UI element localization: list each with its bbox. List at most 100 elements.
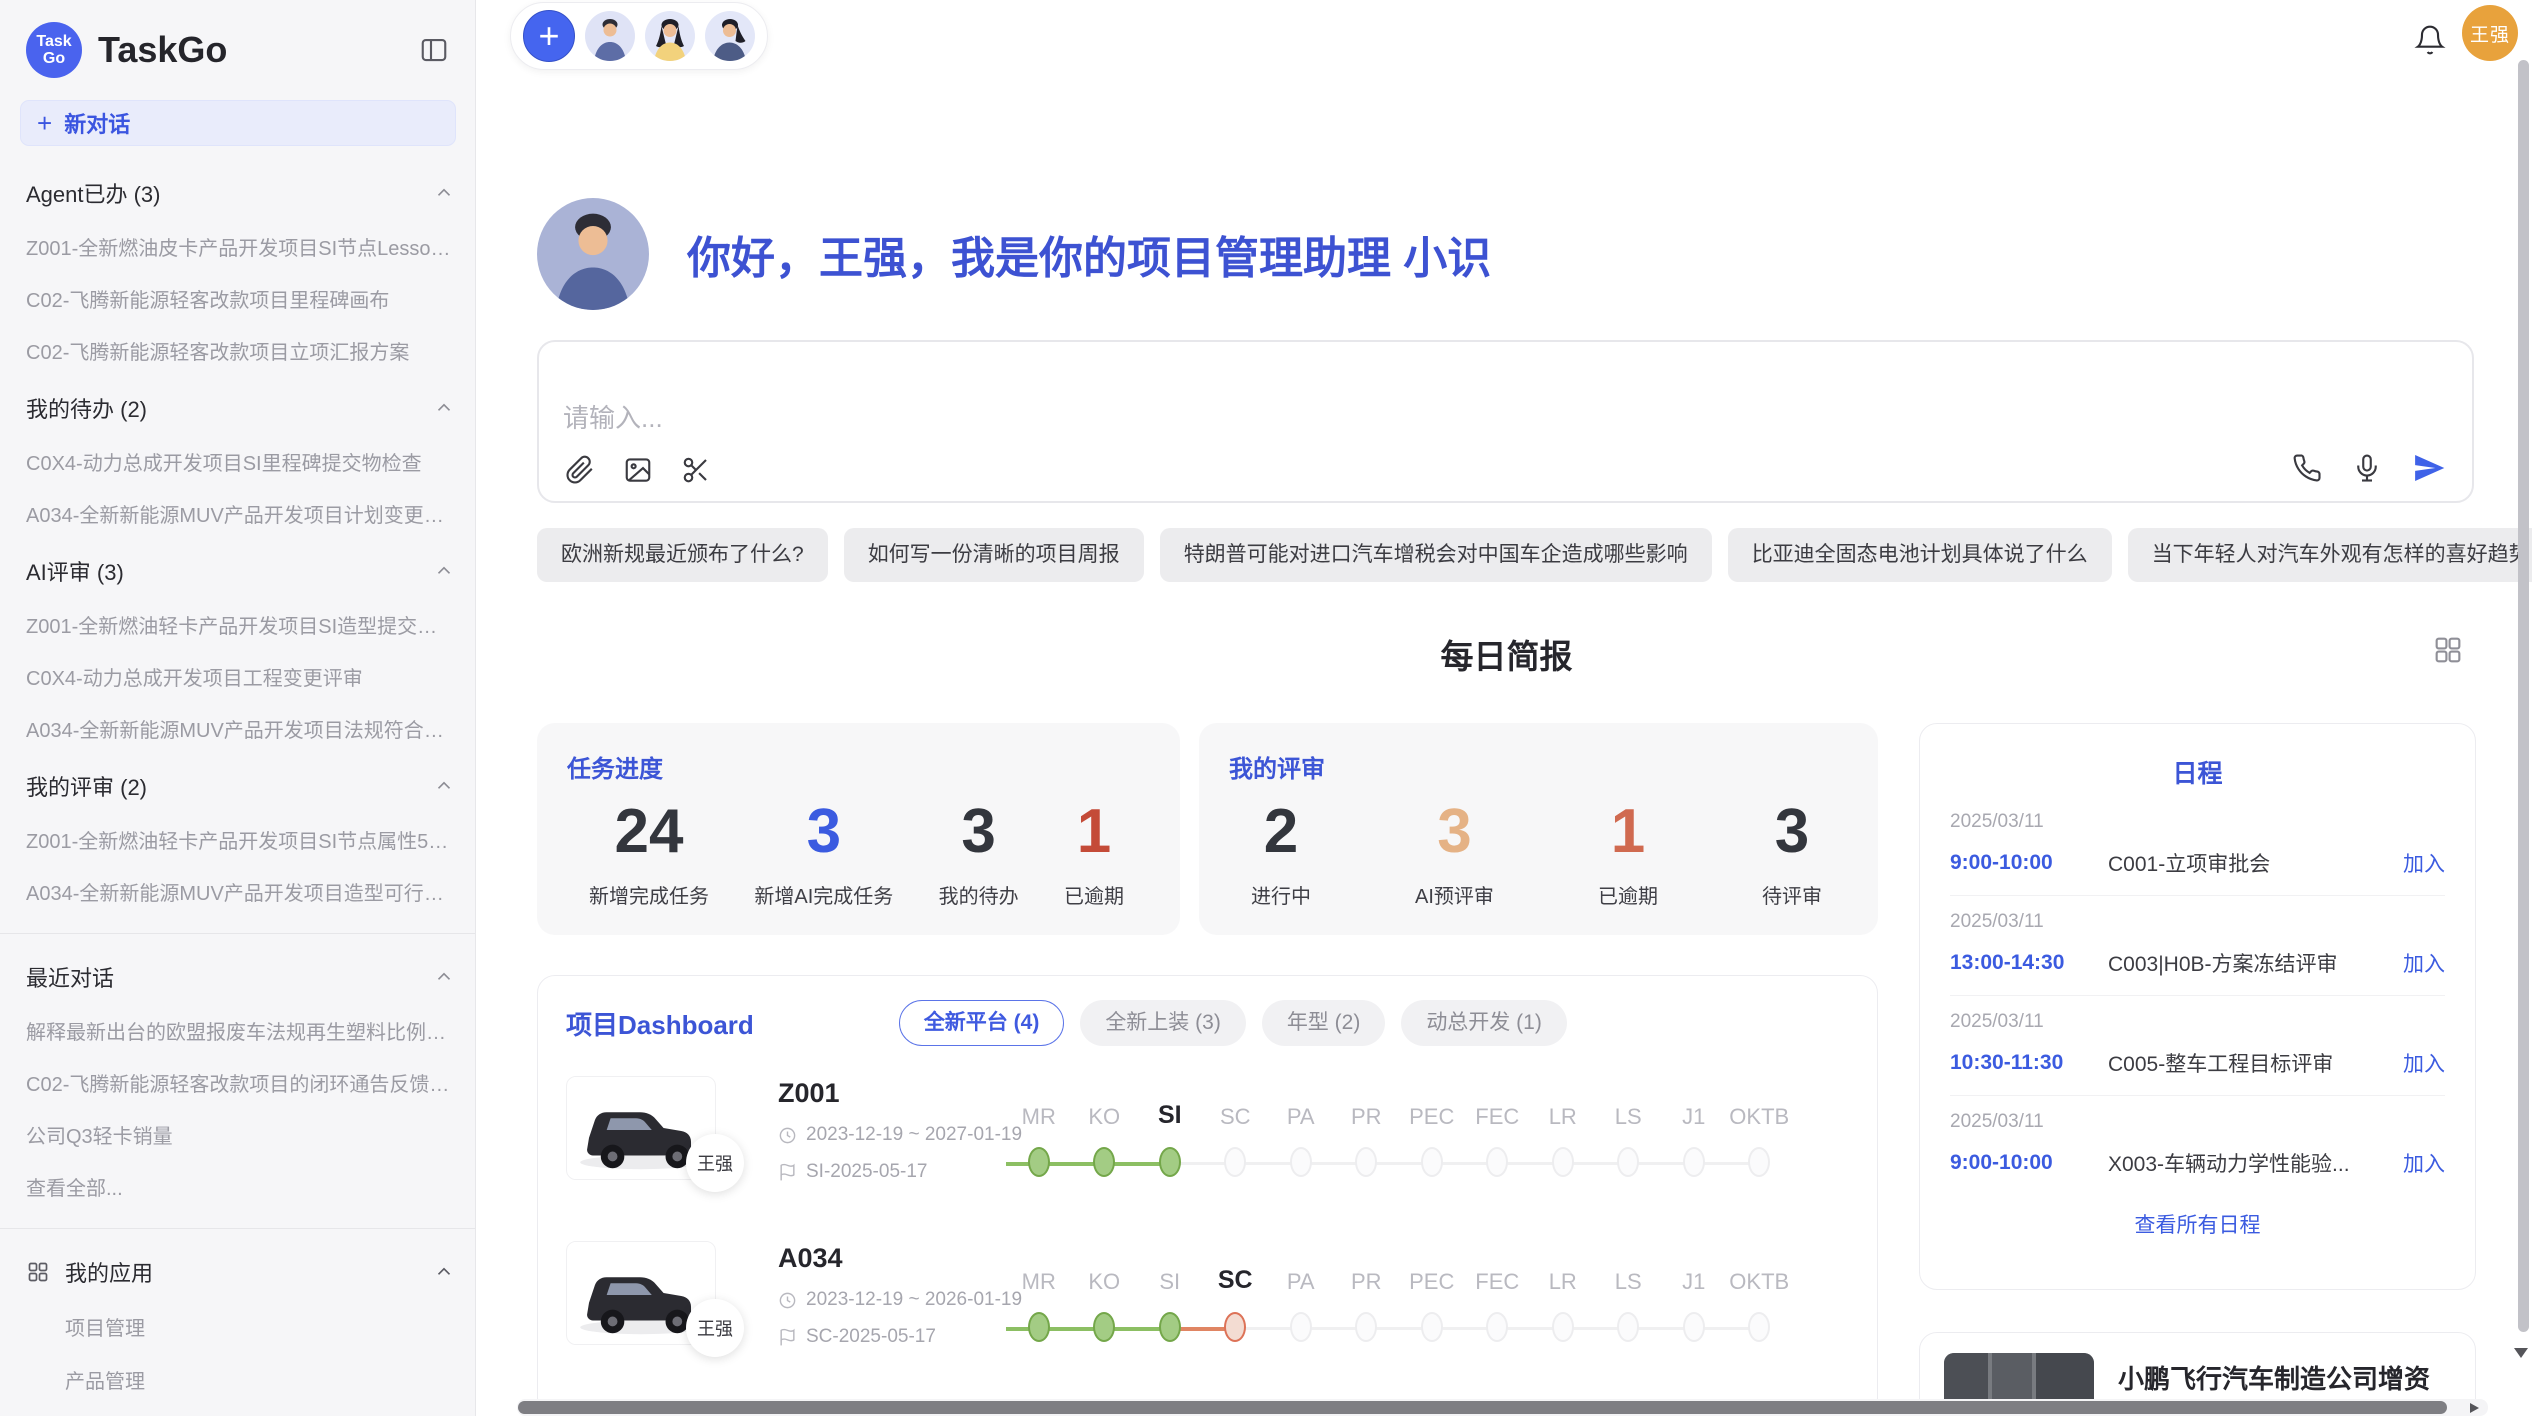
stat-pending-review: 3 待评审 — [1762, 794, 1822, 909]
stat-new-done: 24 新增完成任务 — [589, 794, 709, 909]
stat-overdue: 1 已逾期 — [1064, 794, 1124, 909]
new-chat-button[interactable]: + 新对话 — [20, 100, 456, 146]
schedule-title: 日程 — [1950, 754, 2445, 790]
milestone: SI — [1137, 1257, 1203, 1342]
vertical-scrollbar-thumb[interactable] — [2518, 60, 2529, 1332]
chat-input[interactable] — [563, 360, 2163, 440]
milestone-node — [1552, 1312, 1574, 1342]
project-owner-badge[interactable]: 王强 — [686, 1134, 744, 1192]
sidebar-lists: Agent已办 (3) Z001-全新燃油皮卡产品开发项目SI节点Lesson … — [0, 146, 475, 1416]
flag-icon — [778, 1163, 797, 1182]
milestone: MR — [1006, 1092, 1072, 1177]
chat-input-box[interactable] — [537, 340, 2474, 503]
milestone-node — [1093, 1312, 1115, 1342]
microphone-icon[interactable] — [2352, 453, 2382, 483]
milestone-node — [1028, 1312, 1050, 1342]
tab-model-year[interactable]: 年型 (2) — [1262, 1000, 1386, 1046]
dashboard-tabs: 全新平台 (4) 全新上装 (3) 年型 (2) 动总开发 (1) — [899, 1000, 1567, 1046]
horizontal-scrollbar[interactable] — [517, 1399, 2488, 1416]
suggestion-chip[interactable]: 比亚迪全固态电池计划具体说了什么 — [1728, 528, 2112, 582]
milestone: PR — [1334, 1257, 1400, 1342]
list-item[interactable]: C0X4-动力总成开发项目工程变更评审 — [26, 662, 455, 691]
suggestion-chip[interactable]: 如何写一份清晰的项目周报 — [844, 528, 1144, 582]
grid-icon — [26, 1260, 50, 1284]
phone-icon[interactable] — [2292, 453, 2322, 483]
image-icon[interactable] — [623, 455, 653, 485]
send-icon[interactable] — [2412, 451, 2446, 485]
project-flag-date: SI-2025-05-17 — [806, 1161, 927, 1183]
chevron-up-icon[interactable] — [433, 182, 455, 204]
input-right-icons — [2292, 451, 2446, 485]
join-button[interactable]: 加入 — [2403, 1048, 2445, 1078]
suggestion-chip[interactable]: 当下年轻人对汽车外观有怎样的喜好趋势 — [2128, 528, 2532, 582]
sidebar-collapse-icon[interactable] — [419, 35, 449, 65]
layout-grid-icon[interactable] — [2432, 634, 2464, 666]
list-item[interactable]: A034-全新新能源MUV产品开发项目法规符合性评审 — [26, 714, 455, 743]
tab-powertrain[interactable]: 动总开发 (1) — [1401, 1000, 1567, 1046]
milestone-node — [1224, 1312, 1246, 1342]
milestone: LR — [1530, 1092, 1596, 1177]
stat-cards-row: 任务进度 24 新增完成任务 3 新增AI完成任务 3 我的待办 — [537, 723, 1878, 935]
greeting-text: 你好，王强，我是你的项目管理助理 小识 — [687, 222, 1491, 286]
list-item[interactable]: Z001-全新燃油轻卡产品开发项目SI造型提交物评审 — [26, 610, 455, 639]
list-item[interactable]: A034-全新新能源MUV产品开发项目计划变更表编写 — [26, 499, 455, 528]
section-ai-review[interactable]: AI评审 (3) — [26, 555, 455, 587]
list-item[interactable]: Z001-全新燃油皮卡产品开发项目SI节点Lesson Learn报告 — [26, 232, 455, 261]
milestone-node — [1028, 1147, 1050, 1177]
view-all-chats[interactable]: 查看全部... — [26, 1172, 455, 1201]
join-button[interactable]: 加入 — [2403, 1148, 2445, 1178]
tab-new-platform[interactable]: 全新平台 (4) — [899, 1000, 1065, 1046]
chevron-up-icon[interactable] — [433, 397, 455, 419]
suggestion-chip[interactable]: 欧洲新规最近颁布了什么? — [537, 528, 828, 582]
chevron-up-icon[interactable] — [433, 560, 455, 582]
section-title: AI评审 (3) — [26, 555, 124, 587]
attachment-icon[interactable] — [565, 455, 595, 485]
join-button[interactable]: 加入 — [2403, 848, 2445, 878]
section-title: Agent已办 (3) — [26, 177, 161, 209]
flag-icon — [778, 1328, 797, 1347]
clock-icon — [778, 1126, 797, 1145]
join-button[interactable]: 加入 — [2403, 948, 2445, 978]
sidebar-item-project-mgmt[interactable]: 项目管理 — [65, 1312, 455, 1341]
list-item[interactable]: Z001-全新燃油轻卡产品开发项目SI节点属性5D文件评审 — [26, 825, 455, 854]
daily-brief-header: 每日简报 — [537, 630, 2476, 678]
scissors-icon[interactable] — [681, 455, 711, 485]
tab-new-body[interactable]: 全新上装 (3) — [1080, 1000, 1246, 1046]
scroll-down-arrow[interactable] — [2514, 1348, 2528, 1358]
sidebar-item-my-apps[interactable]: 我的应用 — [26, 1256, 455, 1288]
project-code[interactable]: A034 — [778, 1243, 1006, 1274]
section-my-todo[interactable]: 我的待办 (2) — [26, 392, 455, 424]
chevron-up-icon[interactable] — [433, 1261, 455, 1283]
list-item[interactable]: C02-飞腾新能源轻客改款项目里程碑画布 — [26, 284, 455, 313]
greeting-block: 你好，王强，我是你的项目管理助理 小识 — [537, 198, 1491, 310]
milestone-node — [1421, 1147, 1443, 1177]
schedule-item: 2025/03/11 10:30-11:30 C005-整车工程目标评审 加入 — [1950, 996, 2445, 1096]
suggestion-chip[interactable]: 特朗普可能对进口汽车增税会对中国车企造成哪些影响 — [1160, 528, 1712, 582]
schedule-item: 2025/03/11 13:00-14:30 C003|H0B-方案冻结评审 加… — [1950, 896, 2445, 996]
chevron-up-icon[interactable] — [433, 775, 455, 797]
milestone-current: SI — [1137, 1092, 1203, 1177]
milestone: KO — [1072, 1257, 1138, 1342]
list-item[interactable]: 解释最新出台的欧盟报废车法规再生塑料比例被调至15%... — [26, 1016, 455, 1045]
horizontal-scrollbar-thumb[interactable] — [518, 1401, 2447, 1414]
project-code[interactable]: Z001 — [778, 1078, 1006, 1109]
section-recent-chats[interactable]: 最近对话 — [26, 961, 455, 993]
view-all-schedule-link[interactable]: 查看所有日程 — [1950, 1209, 2445, 1239]
list-item[interactable]: 公司Q3轻卡销量 — [26, 1120, 455, 1149]
list-item[interactable]: C02-飞腾新能源轻客改款项目的闭环通告反馈情况 — [26, 1068, 455, 1097]
list-item[interactable]: C02-飞腾新能源轻客改款项目立项汇报方案 — [26, 336, 455, 365]
input-left-icons — [565, 455, 711, 485]
project-row: 王强 Z001 2023-12-19 ~ 2027-01-19 SI-2025-… — [566, 1076, 1849, 1211]
list-item[interactable]: C0X4-动力总成开发项目SI里程碑提交物检查 — [26, 447, 455, 476]
milestone-track: MR KO SI SC PA PR PEC FEC LR LS J1 OKTB — [1006, 1076, 1849, 1211]
chevron-up-icon[interactable] — [433, 966, 455, 988]
milestone-node — [1290, 1147, 1312, 1177]
section-my-review[interactable]: 我的评审 (2) — [26, 770, 455, 802]
schedule-panel: 日程 2025/03/11 9:00-10:00 C001-立项审批会 加入 2… — [1919, 723, 2476, 1290]
project-owner-badge[interactable]: 王强 — [686, 1299, 744, 1357]
scroll-right-arrow[interactable] — [2470, 1403, 2479, 1413]
section-agent-done[interactable]: Agent已办 (3) — [26, 177, 455, 209]
list-item[interactable]: A034-全新新能源MUV产品开发项目造型可行性评审 — [26, 877, 455, 906]
sidebar-item-product-mgmt[interactable]: 产品管理 — [65, 1365, 455, 1394]
milestone: J1 — [1661, 1257, 1727, 1342]
